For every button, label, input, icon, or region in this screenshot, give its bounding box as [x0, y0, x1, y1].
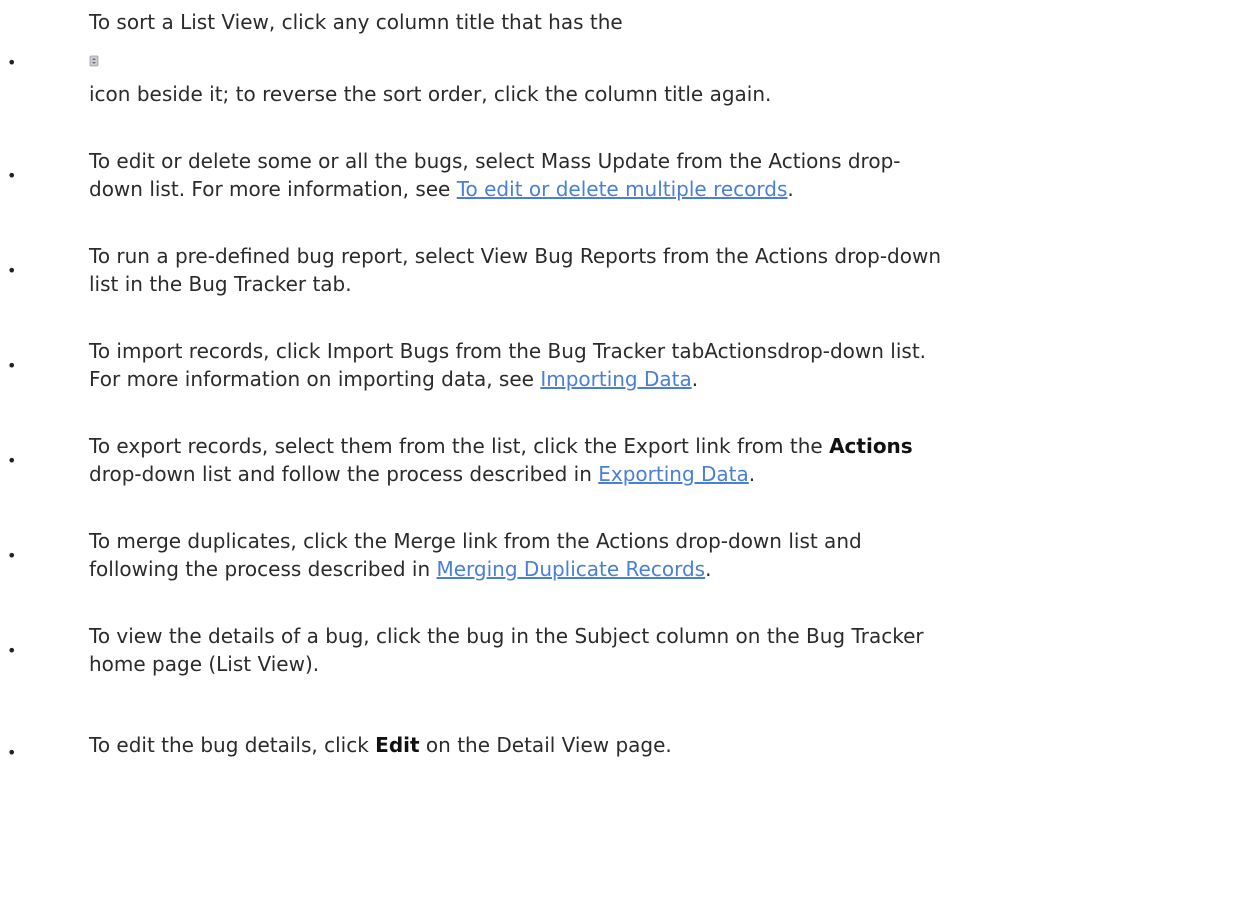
bold-actions: Actions	[829, 434, 913, 458]
list-item-text: To edit or delete some or all the bugs, …	[89, 147, 1257, 175]
list-item-text-cont: icon beside it; to reverse the sort orde…	[89, 80, 1257, 108]
item-line: following the process described in	[89, 557, 437, 581]
list-item-text-cont: following the process described in Mergi…	[89, 555, 1257, 583]
item-line: drop-down list and follow the process de…	[89, 462, 599, 486]
list-item-text-cont: home page (List View).	[89, 650, 1257, 678]
item-line: icon beside it; to reverse the sort orde…	[89, 82, 772, 106]
link-merging-duplicate-records[interactable]: Merging Duplicate Records	[437, 557, 706, 581]
bullet: •	[7, 53, 17, 72]
list-item-text-cont: list in the Bug Tracker tab.	[89, 270, 1257, 298]
item-line-end: on the Detail View page.	[419, 733, 672, 757]
bullet: •	[7, 641, 17, 660]
list-item-text: To merge duplicates, click the Merge lin…	[89, 527, 1257, 555]
list-item-text: To export records, select them from the …	[89, 432, 1257, 460]
list-item-text: To import records, click Import Bugs fro…	[89, 337, 1257, 365]
link-edit-delete-multiple-records[interactable]: To edit or delete multiple records	[457, 177, 788, 201]
bullet: •	[7, 356, 17, 375]
item-line: down list. For more information, see	[89, 177, 457, 201]
item-line: To export records, select them from the …	[89, 434, 830, 458]
item-line: For more information on importing data, …	[89, 367, 541, 391]
list-item-text-cont: For more information on importing data, …	[89, 365, 1257, 393]
list-item-text: To run a pre-defined bug report, select …	[89, 242, 1257, 270]
list-item-text: To view the details of a bug, click the …	[89, 622, 1257, 650]
bold-edit: Edit	[375, 733, 420, 757]
list-item-text: To sort a List View, click any column ti…	[89, 8, 1257, 36]
item-line: To import records, click Import Bugs fro…	[89, 339, 927, 363]
item-line-end: .	[691, 367, 699, 391]
list-item-text: To edit the bug details, click Edit on t…	[89, 731, 1257, 759]
item-line-end: .	[787, 177, 794, 201]
bullet: •	[7, 166, 17, 185]
item-line: To sort a List View, click any column ti…	[89, 10, 623, 34]
bullet: •	[7, 743, 17, 762]
bullet: •	[7, 546, 17, 565]
item-line: To merge duplicates, click the Merge lin…	[89, 529, 862, 553]
item-line-end: .	[705, 557, 712, 581]
list-item-text-cont: drop-down list and follow the process de…	[89, 460, 1257, 488]
item-line: home page (List View).	[89, 652, 320, 676]
link-exporting-data[interactable]: Exporting Data	[598, 462, 749, 486]
item-line: To edit or delete some or all the bugs, …	[89, 149, 901, 173]
item-line-end: .	[748, 462, 756, 486]
item-line: To run a pre-defined bug report, select …	[89, 244, 942, 268]
item-line: list in the Bug Tracker tab.	[89, 272, 352, 296]
list-item-text-cont: down list. For more information, see To …	[89, 175, 1257, 203]
bullet: •	[7, 261, 17, 280]
bullet: •	[7, 451, 17, 470]
item-line: To edit the bug details, click	[89, 733, 376, 757]
link-importing-data[interactable]: Importing Data	[540, 367, 691, 391]
sort-icon	[89, 55, 99, 67]
item-line: To view the details of a bug, click the …	[89, 624, 924, 648]
